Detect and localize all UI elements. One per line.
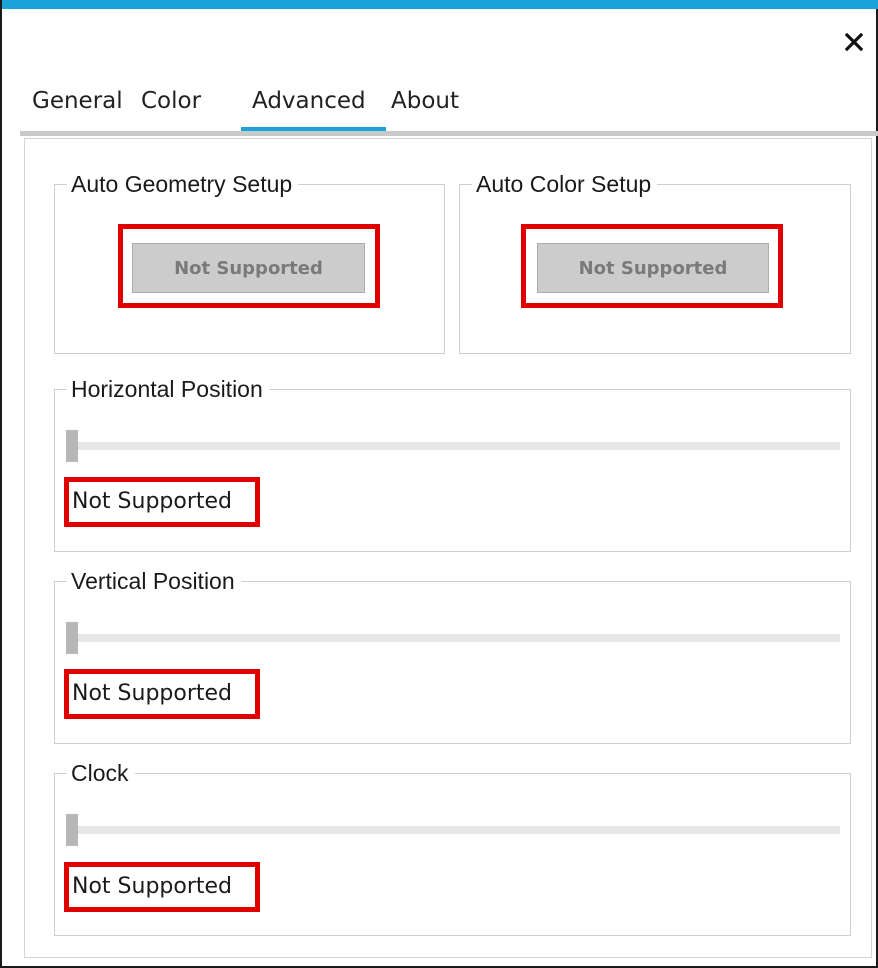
clock-title: Clock [67,757,135,789]
tab-about[interactable]: About [391,88,459,114]
auto-color-title: Auto Color Setup [472,168,658,200]
settings-window: General Color Advanced About Auto Geomet… [0,0,878,968]
tab-general[interactable]: General [32,88,123,114]
tab-divider [20,131,878,136]
tab-bar: General Color Advanced About [16,84,878,132]
vertical-position-group: Vertical Position [54,565,851,744]
vertical-position-slider[interactable] [66,634,840,642]
auto-geometry-title: Auto Geometry Setup [67,168,299,200]
horizontal-position-slider[interactable] [66,442,840,450]
vertical-position-value: Not Supported [72,681,233,706]
clock-slider[interactable] [66,826,840,834]
vertical-position-title: Vertical Position [67,565,241,597]
close-icon [845,33,863,51]
auto-geometry-button[interactable]: Not Supported [132,243,365,293]
horizontal-position-group: Horizontal Position [54,373,851,552]
tab-advanced[interactable]: Advanced [252,88,366,114]
horizontal-position-slider-thumb[interactable] [66,430,78,462]
horizontal-position-title: Horizontal Position [67,373,269,405]
clock-value: Not Supported [72,874,233,899]
close-button[interactable] [838,28,870,56]
auto-color-button[interactable]: Not Supported [537,243,769,293]
tab-color[interactable]: Color [141,88,201,114]
horizontal-position-value: Not Supported [72,489,233,514]
vertical-position-slider-thumb[interactable] [66,622,78,654]
clock-slider-thumb[interactable] [66,814,78,846]
title-accent-bar [2,0,878,9]
